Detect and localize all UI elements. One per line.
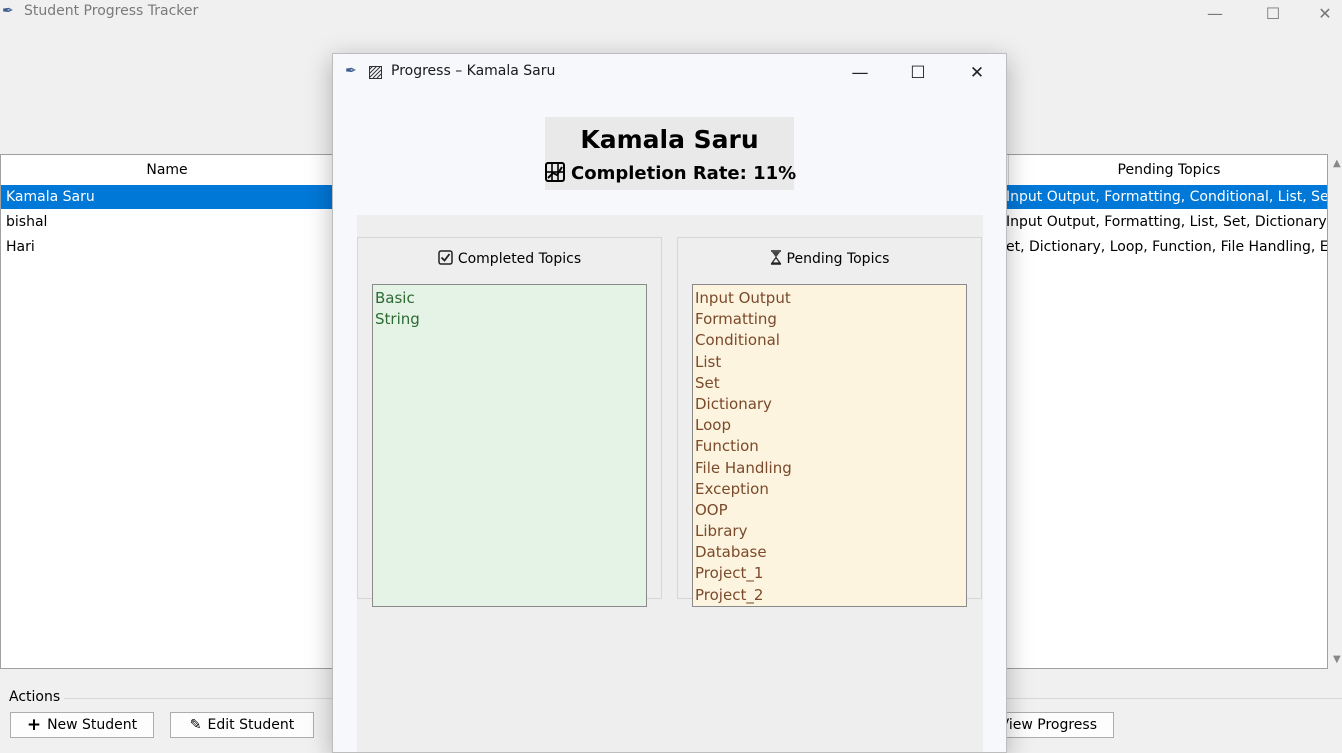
list-item[interactable]: List (693, 352, 966, 373)
list-item[interactable]: OOP (693, 500, 966, 521)
main-window-title: Student Progress Tracker (24, 3, 199, 19)
chart-icon (545, 162, 565, 182)
list-item[interactable]: File Handling (693, 458, 966, 479)
hourglass-icon (770, 250, 781, 265)
new-student-button[interactable]: + New Student (10, 712, 154, 738)
minimize-button[interactable]: — (1192, 0, 1238, 26)
completion-rate: Completion Rate: 11% (545, 162, 797, 184)
cell-name: bishal (6, 214, 48, 230)
completed-topics-label: Completed Topics (457, 251, 582, 267)
student-name: Kamala Saru (580, 125, 759, 154)
dialog-minimize-button[interactable]: — (840, 58, 880, 88)
list-item[interactable]: Loop (693, 415, 966, 436)
list-item[interactable]: Project_1 (693, 563, 966, 584)
list-item[interactable]: Conditional (693, 330, 966, 351)
column-header-pending-topics[interactable]: Pending Topics (1008, 155, 1327, 186)
close-button[interactable]: ✕ (1308, 0, 1342, 26)
cell-pending-topics: et, Dictionary, Loop, Function, File Han… (1006, 239, 1328, 255)
view-progress-label: View Progress (999, 717, 1097, 733)
list-item[interactable]: Exception (693, 479, 966, 500)
column-header-name[interactable]: Name (1, 155, 334, 186)
list-item[interactable]: Input Output (693, 288, 966, 309)
pending-topics-list[interactable]: Input Output Formatting Conditional List Set… (692, 284, 967, 607)
list-item[interactable]: String (373, 309, 646, 330)
feather-icon: ✒ (2, 3, 14, 19)
maximize-icon: ☐ (1265, 3, 1281, 23)
view-progress-button[interactable]: View Progress (990, 712, 1114, 738)
minimize-icon: — (851, 63, 869, 83)
maximize-icon: ☐ (910, 63, 926, 83)
progress-dialog[interactable]: ✒ Progress – Kamala Saru — ☐ ✕ Kamala Sa… (332, 53, 1007, 753)
edit-student-button[interactable]: ✎ Edit Student (170, 712, 314, 738)
completed-topics-title: Completed Topics (358, 250, 661, 267)
dialog-close-button[interactable]: ✕ (957, 58, 997, 88)
maximize-button[interactable]: ☐ (1250, 0, 1296, 26)
plus-icon: + (26, 715, 42, 735)
list-item[interactable]: Function (693, 436, 966, 457)
cell-pending-topics: Input Output, Formatting, Conditional, L… (1006, 189, 1328, 205)
new-student-label: New Student (47, 717, 138, 733)
topics-area: Completed Topics Basic String Pending Top… (357, 215, 983, 752)
list-item[interactable]: Formatting (693, 309, 966, 330)
list-item[interactable]: Project_2 (693, 585, 966, 606)
pending-topics-title: Pending Topics (678, 250, 981, 267)
cell-name: Kamala Saru (6, 189, 95, 205)
scroll-up-icon[interactable]: ▲ (1333, 158, 1341, 169)
pencil-icon: ✎ (189, 717, 202, 733)
completion-rate-label: Completion Rate: 11% (571, 163, 797, 184)
list-item[interactable]: Basic (373, 288, 646, 309)
pending-topics-group: Pending Topics Input Output Formatting Con… (677, 237, 982, 607)
pending-topics-label: Pending Topics (786, 251, 890, 267)
student-header-card: Kamala Saru Completion Rate: 11% (545, 117, 797, 190)
table-scrollbar[interactable] (1330, 154, 1342, 669)
checkbox-checked-icon (438, 250, 453, 265)
close-icon: ✕ (969, 63, 985, 83)
dialog-title: Progress – Kamala Saru (391, 63, 556, 79)
list-item[interactable]: Library (693, 521, 966, 542)
minimize-icon: — (1207, 3, 1223, 23)
list-item[interactable]: Database (693, 542, 966, 563)
cell-pending-topics: Input Output, Formatting, List, Set, Dic… (1006, 214, 1328, 230)
list-item[interactable]: Dictionary (693, 394, 966, 415)
close-icon: ✕ (1318, 3, 1332, 23)
dialog-title-bar: ✒ Progress – Kamala Saru — ☐ ✕ (333, 54, 1006, 92)
completed-topics-list[interactable]: Basic String (372, 284, 647, 607)
cell-name: Hari (6, 239, 35, 255)
completed-topics-group: Completed Topics Basic String (357, 237, 662, 607)
feather-icon: ✒ (345, 63, 357, 79)
actions-label: Actions (9, 689, 61, 705)
list-item[interactable]: Set (693, 373, 966, 394)
edit-student-label: Edit Student (207, 717, 295, 733)
scroll-down-icon[interactable]: ▼ (1333, 654, 1341, 665)
striped-square-icon (369, 66, 382, 79)
main-title-bar: ✒ Student Progress Tracker — ☐ ✕ (0, 0, 1342, 26)
dialog-maximize-button[interactable]: ☐ (898, 58, 938, 88)
